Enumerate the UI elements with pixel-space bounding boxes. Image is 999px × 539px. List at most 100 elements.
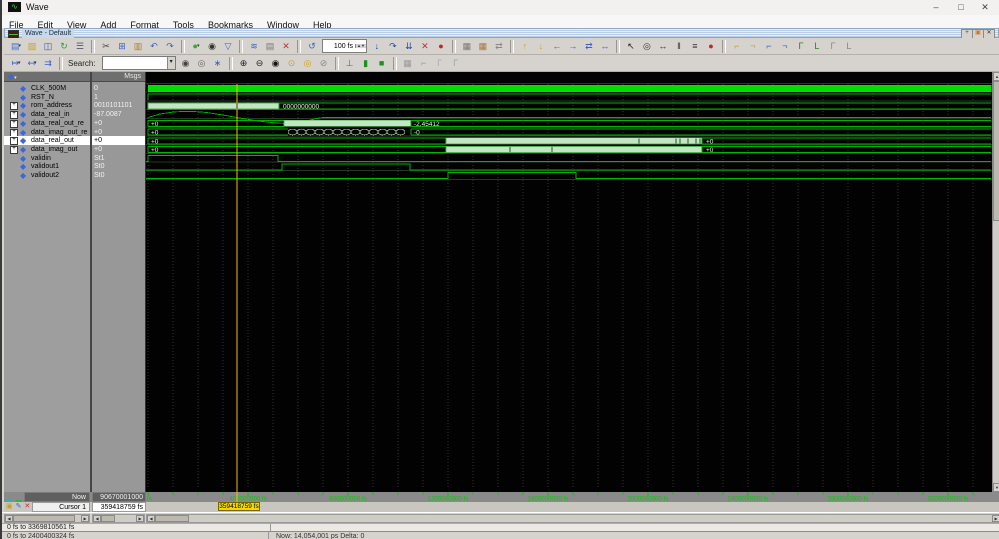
remove-wave-button[interactable]: ✕ [278,39,294,54]
collapse-time-at-cursor-button[interactable]: Γ [448,56,464,71]
add-region-to-wave-button[interactable]: ↤ ▾ [24,56,40,71]
filter-button[interactable]: ▽ [220,39,236,54]
search-down-button[interactable]: ◉ [178,56,194,71]
signal-row-rom_address[interactable]: + ◆ rom_address [4,101,90,111]
run-all-button[interactable]: ⇊ [401,39,417,54]
pan-mode-button[interactable]: ↔ [655,39,671,54]
wave-copy-button[interactable]: ¬ [745,39,761,54]
run-button[interactable]: ↓ [369,39,385,54]
expanded-time-off-button[interactable]: ⊥ [342,56,358,71]
reload-button[interactable]: ↻ [56,39,72,54]
new-file-button[interactable]: ▤ ▾ [8,39,24,54]
edit-cursor-icon[interactable]: ✎ [16,503,22,510]
redo-button[interactable]: ↷ [162,39,178,54]
dropdown-caret-icon[interactable]: ▾ [34,56,37,71]
open-file-button[interactable]: ▨ [24,39,40,54]
find-button[interactable]: ◉ [204,39,220,54]
stop-light-button[interactable]: ● [703,39,719,54]
signal-row-data_real_out_re[interactable]: + ◆ data_real_out_re [4,119,90,128]
next-transition-button[interactable]: ↓ [533,39,549,54]
signal-names-panel[interactable]: ◆ CLK_500M ◆ RST_N + ◆ rom_address + ◆ data_real_… [4,82,90,492]
next-falling-edge-button[interactable]: ↔ [597,39,613,54]
signal-row-data_real_out[interactable]: + ◆ data_real_out [4,136,90,146]
next-rising-edge-button[interactable]: → [565,39,581,54]
signal-value-row-validout1[interactable]: St0 [92,162,145,171]
print-button[interactable]: ☰ [72,39,88,54]
load-layout-button[interactable]: ▦ [475,39,491,54]
wave-hscrollbar[interactable]: ◀ ▶ [146,514,999,523]
previous-transition-button[interactable]: ↑ [517,39,533,54]
wave-invert-button[interactable]: L [809,39,825,54]
wave-mirror-button[interactable]: Γ [825,39,841,54]
restart-button[interactable]: ↺ [304,39,320,54]
minimize-button[interactable]: – [925,0,947,14]
wave-vertical-scrollbar[interactable]: ▲ ▼ [992,72,999,492]
cut-button[interactable]: ✂ [98,39,114,54]
zoom-in-button[interactable]: ⊕ [236,56,252,71]
wave-cut-button[interactable]: ⌐ [729,39,745,54]
advanced-search-button[interactable]: ∗ [210,56,226,71]
signal-row-data_imag_out_re[interactable]: + ◆ data_imag_out_re [4,128,90,137]
combo-dropdown-icon[interactable]: ▾ [166,57,175,69]
expand-time-at-cursor-button[interactable]: Γ [432,56,448,71]
signal-value-row-validout2[interactable]: St0 [92,171,145,180]
search-up-button[interactable]: ◎ [194,56,210,71]
values-hscrollbar[interactable]: ◀ ▶ [92,514,145,523]
waveform-canvas[interactable]: 0000000000+0 -2.45412+0 -0+0 +0+0 +0 [145,72,992,492]
panel-divider[interactable] [90,72,92,512]
cursor-time-flag[interactable]: 359418759 fs [218,502,260,511]
pause-drawing-button[interactable]: ‖ [671,39,687,54]
zoom-last-button[interactable]: ⊘ [316,56,332,71]
signal-value-row-data_real_out[interactable]: +0 [92,136,145,146]
signal-row-data_real_in[interactable]: + ◆ data_real_in [4,110,90,120]
wave-paste-button[interactable]: ⌐ [761,39,777,54]
scroll-thumb[interactable] [993,81,999,221]
close-button[interactable]: ✕ [974,0,996,14]
signal-value-row-validin[interactable]: St1 [92,154,145,163]
signal-row-RST_N[interactable]: ◆ RST_N [4,93,90,102]
stop-button[interactable]: ● [433,39,449,54]
reset-layout-button[interactable]: ⇄ [491,39,507,54]
previous-falling-edge-button[interactable]: ⇄ [581,39,597,54]
delete-cursor-icon[interactable]: ✕ [24,503,30,510]
edit-mode-button[interactable]: ≡ [687,39,703,54]
compile-run-button[interactable]: ● ▾ [188,39,204,54]
run-length-spinner[interactable]: 100 fs ▲▼ [322,39,367,53]
copy-button[interactable]: ⊞ [114,39,130,54]
wave-delete-edge-button[interactable]: Γ [793,39,809,54]
continue-run-button[interactable]: ↷ [385,39,401,54]
signal-value-row-data_imag_out_re[interactable]: +0 [92,128,145,137]
signal-value-row-data_real_in[interactable]: -87.0087 [92,110,145,119]
paste-button[interactable]: ▥ [130,39,146,54]
signal-row-data_imag_out[interactable]: + ◆ data_imag_out [4,145,90,155]
save-button[interactable]: ◫ [40,39,56,54]
previous-rising-edge-button[interactable]: ← [549,39,565,54]
zoom-full-button[interactable]: ◉ [268,56,284,71]
show-list-button[interactable]: ▤ [262,39,278,54]
save-layout-button[interactable]: ▦ [459,39,475,54]
scroll-up-icon[interactable]: ▲ [993,72,999,81]
signal-row-validout1[interactable]: ◆ validout1 [4,162,90,171]
zoom-between-cursors-button[interactable]: ◎ [300,56,316,71]
dropdown-caret-icon[interactable]: ▾ [19,39,22,54]
expanded-time-deltas-button[interactable]: ▮ [358,56,374,71]
cursor-track[interactable]: 359418759 fs [145,502,999,512]
collapse-all-time-button[interactable]: ⌐ [416,56,432,71]
signal-values-panel[interactable]: 0 1 0010101101 -87.0087 +0 +0 +0 +0 St1 St0 St0 [92,82,145,492]
cursor-name[interactable]: Cursor 1 [32,502,90,512]
signal-value-row-rom_address[interactable]: 0010101101 [92,101,145,110]
signal-value-row-data_real_out_re[interactable]: +0 [92,119,145,128]
search-combobox[interactable]: ▾ [101,56,176,70]
expand-all-time-button[interactable]: ▦ [400,56,416,71]
wave-stretch-button[interactable]: L [841,39,857,54]
dropdown-caret-icon[interactable]: ▾ [18,56,21,71]
zoom-out-button[interactable]: ⊖ [252,56,268,71]
undo-button[interactable]: ↶ [146,39,162,54]
signal-row-validin[interactable]: ◆ validin [4,154,90,163]
lock-cursor-icon[interactable]: ▣ [6,503,13,510]
pane-header[interactable]: Wave - Default + ▣ ✕ [4,28,999,39]
add-selected-to-wave-button[interactable]: ↦ ▾ [8,56,24,71]
break-button[interactable]: ✕ [417,39,433,54]
signal-row-validout2[interactable]: ◆ validout2 [4,171,90,180]
scroll-down-icon[interactable]: ▼ [993,483,999,492]
